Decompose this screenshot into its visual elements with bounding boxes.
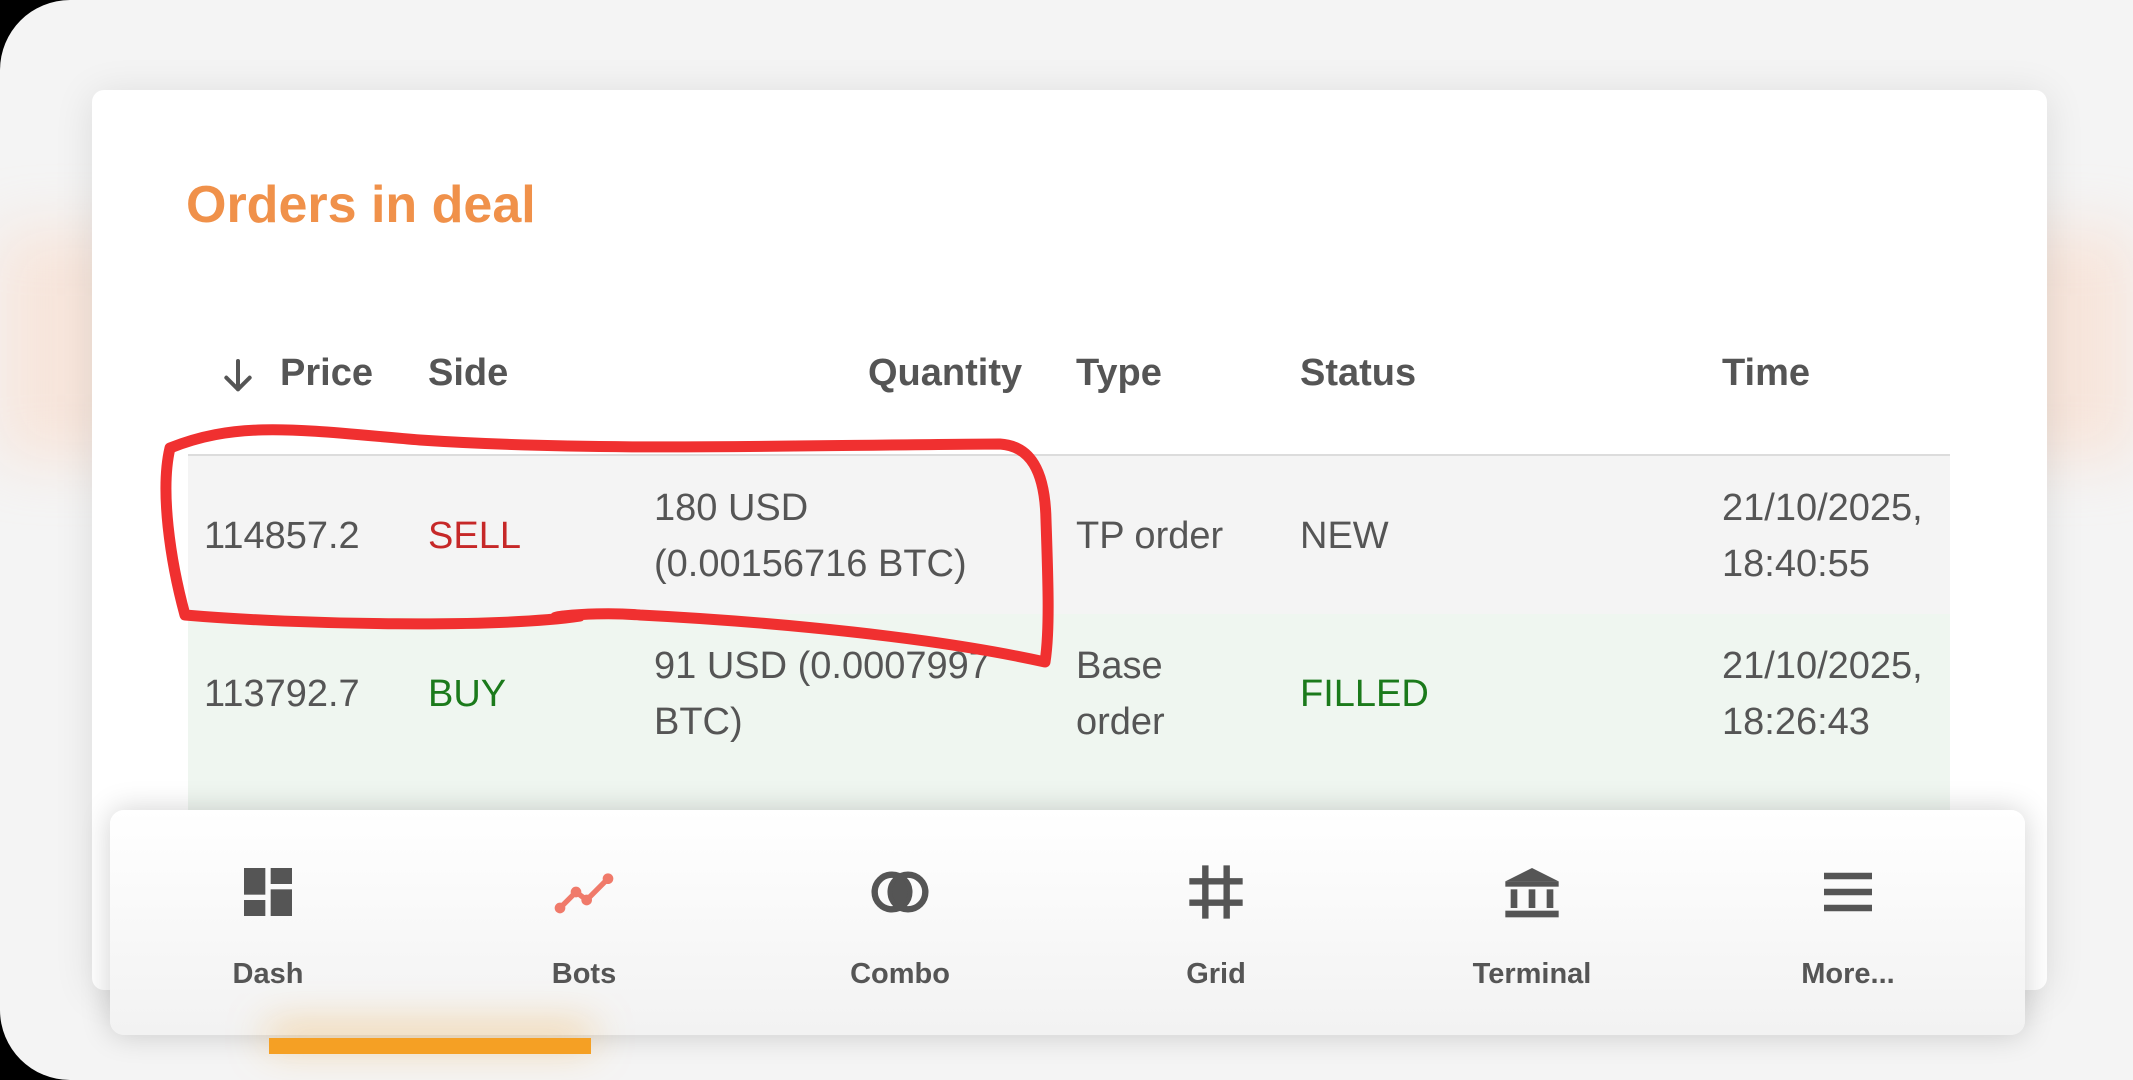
order-price: 113792.7 [204, 673, 360, 715]
bottom-navigation: Dash Bots Combo Grid Terminal More... [110, 810, 2025, 1035]
nav-label-terminal: Terminal [1472, 958, 1592, 990]
order-type-continued: order [1076, 701, 1165, 743]
nav-item-combo[interactable]: Combo [742, 810, 1058, 1035]
order-date: 21/10/2025, [1722, 645, 1923, 687]
nav-item-more[interactable]: More... [1690, 810, 2006, 1035]
nav-item-dash[interactable]: Dash [110, 810, 426, 1035]
combo-icon [871, 871, 929, 913]
order-time: 18:40:55 [1722, 543, 1870, 585]
nav-label-combo: Combo [850, 958, 950, 990]
order-status: FILLED [1300, 673, 1429, 715]
order-quantity-btc: (0.00156716 BTC) [654, 543, 967, 585]
order-side: BUY [428, 673, 507, 715]
order-price: 114857.2 [204, 515, 360, 557]
nav-label-grid: Grid [1186, 958, 1246, 990]
column-header-price[interactable]: Price [280, 352, 373, 395]
nav-item-terminal[interactable]: Terminal [1374, 810, 1690, 1035]
sort-arrow-down-icon[interactable] [218, 356, 258, 396]
app-screen: Orders in deal Price Side Quantity Type … [0, 0, 2133, 1080]
nav-label-more: More... [1801, 958, 1895, 990]
column-header-quantity[interactable]: Quantity [868, 352, 1022, 395]
active-tab-indicator [269, 1038, 591, 1054]
order-side: SELL [428, 515, 521, 557]
dashboard-icon [244, 868, 292, 916]
bank-icon [1505, 868, 1559, 918]
order-status: NEW [1300, 515, 1389, 557]
card-title: Orders in deal [186, 176, 536, 234]
nav-label-dash: Dash [232, 958, 304, 990]
nav-label-bots: Bots [551, 958, 617, 990]
order-quantity-usd: 180 USD [654, 487, 809, 529]
menu-icon [1824, 872, 1872, 912]
order-type: Base [1076, 645, 1163, 687]
table-header: Price Side Quantity Type Status Time [188, 298, 1950, 456]
column-header-side[interactable]: Side [428, 352, 508, 395]
order-quantity-btc: BTC) [654, 701, 743, 743]
bots-icon [554, 873, 614, 914]
column-header-time[interactable]: Time [1722, 352, 1810, 395]
order-quantity-usd: 91 USD (0.0007997 [654, 645, 990, 687]
nav-item-bots[interactable]: Bots [426, 810, 742, 1035]
orders-table: Price Side Quantity Type Status Time 114… [188, 298, 1950, 818]
table-row[interactable]: 114857.2 SELL 180 USD (0.00156716 BTC) T… [188, 456, 1950, 614]
nav-item-grid[interactable]: Grid [1058, 810, 1374, 1035]
order-time: 18:26:43 [1722, 701, 1870, 743]
table-row[interactable]: 113792.7 BUY 91 USD (0.0007997 BTC) Base… [188, 614, 1950, 772]
column-header-status[interactable]: Status [1300, 352, 1416, 395]
grid-icon [1189, 865, 1243, 919]
order-date: 21/10/2025, [1722, 487, 1923, 529]
order-type: TP order [1076, 515, 1224, 557]
column-header-type[interactable]: Type [1076, 352, 1162, 395]
